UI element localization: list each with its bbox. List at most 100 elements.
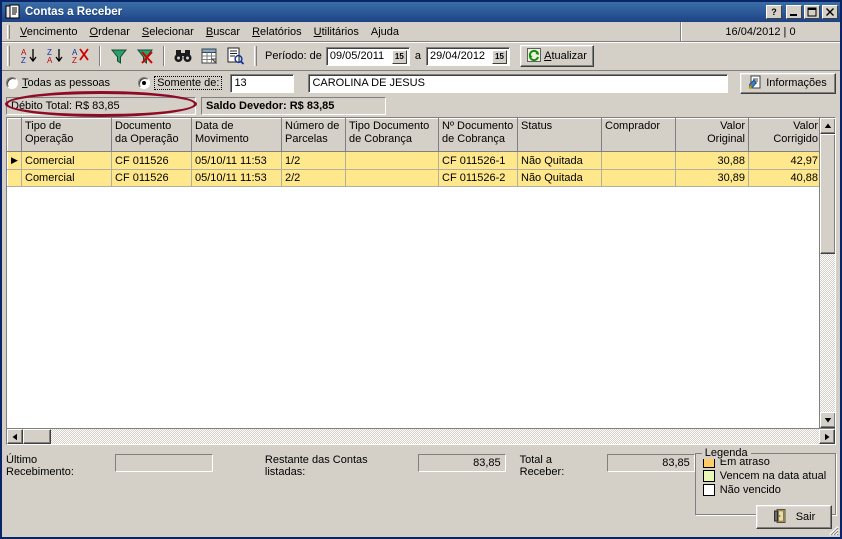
grid-column-header[interactable]: Valor Corrigido — [749, 119, 820, 152]
grid-header: Tipo de OperaçãoDocumento da OperaçãoDat… — [8, 119, 820, 152]
table-cell[interactable]: 1/2 — [282, 152, 346, 170]
table-cell[interactable]: 05/10/11 11:53 — [192, 152, 282, 170]
grid-horizontal-scrollbar[interactable] — [7, 428, 835, 444]
menu-item-relatrios[interactable]: Relatórios — [246, 24, 308, 40]
table-cell[interactable]: CF 011526 — [112, 152, 192, 170]
calendar-icon-from[interactable]: 15 — [392, 50, 407, 64]
accounts-grid[interactable]: Tipo de OperaçãoDocumento da OperaçãoDat… — [6, 117, 836, 445]
table-cell[interactable]: 30,88 — [676, 152, 749, 170]
toolbar-drag-grip[interactable] — [7, 46, 10, 66]
clear-sort-icon[interactable]: A Z — [68, 44, 94, 68]
table-cell[interactable] — [346, 152, 439, 170]
grid-column-header[interactable]: Tipo Documento de Cobrança — [346, 119, 439, 152]
minimize-button[interactable] — [786, 5, 802, 19]
refresh-button[interactable]: Atualizar — [520, 45, 594, 67]
grid-report-icon[interactable] — [196, 44, 222, 68]
table-cell[interactable] — [602, 152, 676, 170]
table-cell[interactable]: 30,89 — [676, 170, 749, 187]
legend-item-due-today: Vencem na data atual — [703, 470, 835, 482]
table-cell[interactable]: CF 011526-2 — [439, 170, 518, 187]
vertical-scroll-track[interactable] — [820, 254, 835, 412]
row-selector-cell[interactable]: ▶ — [8, 152, 22, 170]
refresh-icon — [527, 48, 541, 65]
menu-accel: S — [142, 26, 149, 38]
menu-accel: B — [206, 26, 213, 38]
table-cell[interactable]: Comercial — [22, 170, 112, 187]
toolbar-grip-2[interactable] — [254, 46, 257, 66]
table-cell[interactable]: Não Quitada — [518, 152, 602, 170]
filter-icon[interactable] — [106, 44, 132, 68]
footer: Último Recebimento: Restante das Contas … — [2, 445, 840, 537]
radio-only-person[interactable]: Somente de: — [138, 76, 222, 90]
menu-item-vencimento[interactable]: Vencimento — [14, 24, 84, 40]
period-from-input[interactable]: 09/05/2011 15 — [326, 47, 410, 66]
table-cell[interactable] — [602, 170, 676, 187]
scroll-up-button[interactable] — [820, 118, 835, 134]
menu-accel: R — [252, 26, 260, 38]
legend-label-due-today: Vencem na data atual — [720, 470, 826, 482]
table-row[interactable]: ComercialCF 01152605/10/11 11:532/2 CF 01… — [8, 170, 820, 187]
scroll-right-button[interactable] — [819, 429, 835, 444]
info-document-icon — [749, 75, 763, 92]
scroll-left-button[interactable] — [7, 429, 23, 444]
radio-all-people[interactable]: Todas as pessoas — [6, 77, 110, 89]
exit-button[interactable]: Sair — [756, 505, 832, 529]
menu-item-ordenar[interactable]: Ordenar — [84, 24, 136, 40]
table-row[interactable]: ▶ComercialCF 01152605/10/11 11:531/2 CF 0… — [8, 152, 820, 170]
informacoes-button[interactable]: Informações — [740, 73, 836, 94]
window-title: Contas a Receber — [25, 6, 766, 18]
svg-text:Z: Z — [72, 56, 77, 65]
menu-item-selecionar[interactable]: Selecionar — [136, 24, 200, 40]
maximize-button[interactable] — [804, 5, 820, 19]
person-filter-row: Todas as pessoas Somente de: 13 CAROLINA… — [2, 71, 840, 95]
menu-item-ajuda[interactable]: Ajuda — [365, 24, 405, 40]
close-button[interactable] — [822, 5, 838, 19]
table-cell[interactable]: 40,88 — [749, 170, 820, 187]
grid-vertical-scrollbar[interactable] — [819, 118, 835, 428]
ultimo-recebimento-label: Último Recebimento: — [6, 454, 107, 478]
period-to-input[interactable]: 29/04/2012 15 — [426, 47, 510, 66]
sort-ascending-icon[interactable]: A Z — [16, 44, 42, 68]
table-cell[interactable]: CF 011526-1 — [439, 152, 518, 170]
grid-column-header[interactable]: Número de Parcelas — [282, 119, 346, 152]
horizontal-scroll-thumb[interactable] — [23, 429, 51, 444]
resize-grip[interactable] — [825, 522, 839, 536]
footer-summary: Último Recebimento: Restante das Contas … — [6, 451, 695, 537]
person-code-input[interactable]: 13 — [230, 74, 294, 93]
menu-item-utilitrios[interactable]: Utilitários — [308, 24, 365, 40]
row-selector-cell[interactable] — [8, 170, 22, 187]
table-cell[interactable]: 42,97 — [749, 152, 820, 170]
grid-corner-cell — [8, 119, 22, 152]
table-cell[interactable]: CF 011526 — [112, 170, 192, 187]
grid-column-header[interactable]: Tipo de Operação — [22, 119, 112, 152]
sort-descending-icon[interactable]: Z A — [42, 44, 68, 68]
period-from-value: 09/05/2011 — [330, 50, 384, 62]
grid-column-header[interactable]: Valor Original — [676, 119, 749, 152]
grid-column-header[interactable]: Comprador — [602, 119, 676, 152]
grid-column-header[interactable]: Documento da Operação — [112, 119, 192, 152]
legend-label-not-due: Não vencido — [720, 484, 781, 496]
report-preview-icon[interactable] — [222, 44, 248, 68]
grid-column-header[interactable]: Status — [518, 119, 602, 152]
table-cell[interactable]: Comercial — [22, 152, 112, 170]
table-cell[interactable] — [346, 170, 439, 187]
grid-column-header[interactable]: Data de Movimento — [192, 119, 282, 152]
horizontal-scroll-track[interactable] — [51, 429, 819, 444]
table-cell[interactable]: Não Quitada — [518, 170, 602, 187]
vertical-scroll-thumb[interactable] — [820, 134, 835, 254]
person-name-input[interactable]: CAROLINA DE JESUS — [308, 74, 728, 93]
clear-filter-icon[interactable] — [132, 44, 158, 68]
period-separator-label: a — [415, 50, 421, 62]
menu-item-buscar[interactable]: Buscar — [200, 24, 246, 40]
table-cell[interactable]: 05/10/11 11:53 — [192, 170, 282, 187]
calendar-icon-to[interactable]: 15 — [492, 50, 507, 64]
radio-only-person-label: Somente de: — [154, 76, 222, 90]
menu-drag-grip[interactable] — [7, 25, 10, 39]
grid-column-header[interactable]: Nº Documento de Cobrança — [439, 119, 518, 152]
ultimo-recebimento-value — [115, 454, 212, 472]
grid-header-row: Tipo de OperaçãoDocumento da OperaçãoDat… — [8, 119, 820, 152]
scroll-down-button[interactable] — [820, 412, 835, 428]
binoculars-search-icon[interactable] — [170, 44, 196, 68]
help-button[interactable]: ? — [766, 5, 782, 19]
table-cell[interactable]: 2/2 — [282, 170, 346, 187]
